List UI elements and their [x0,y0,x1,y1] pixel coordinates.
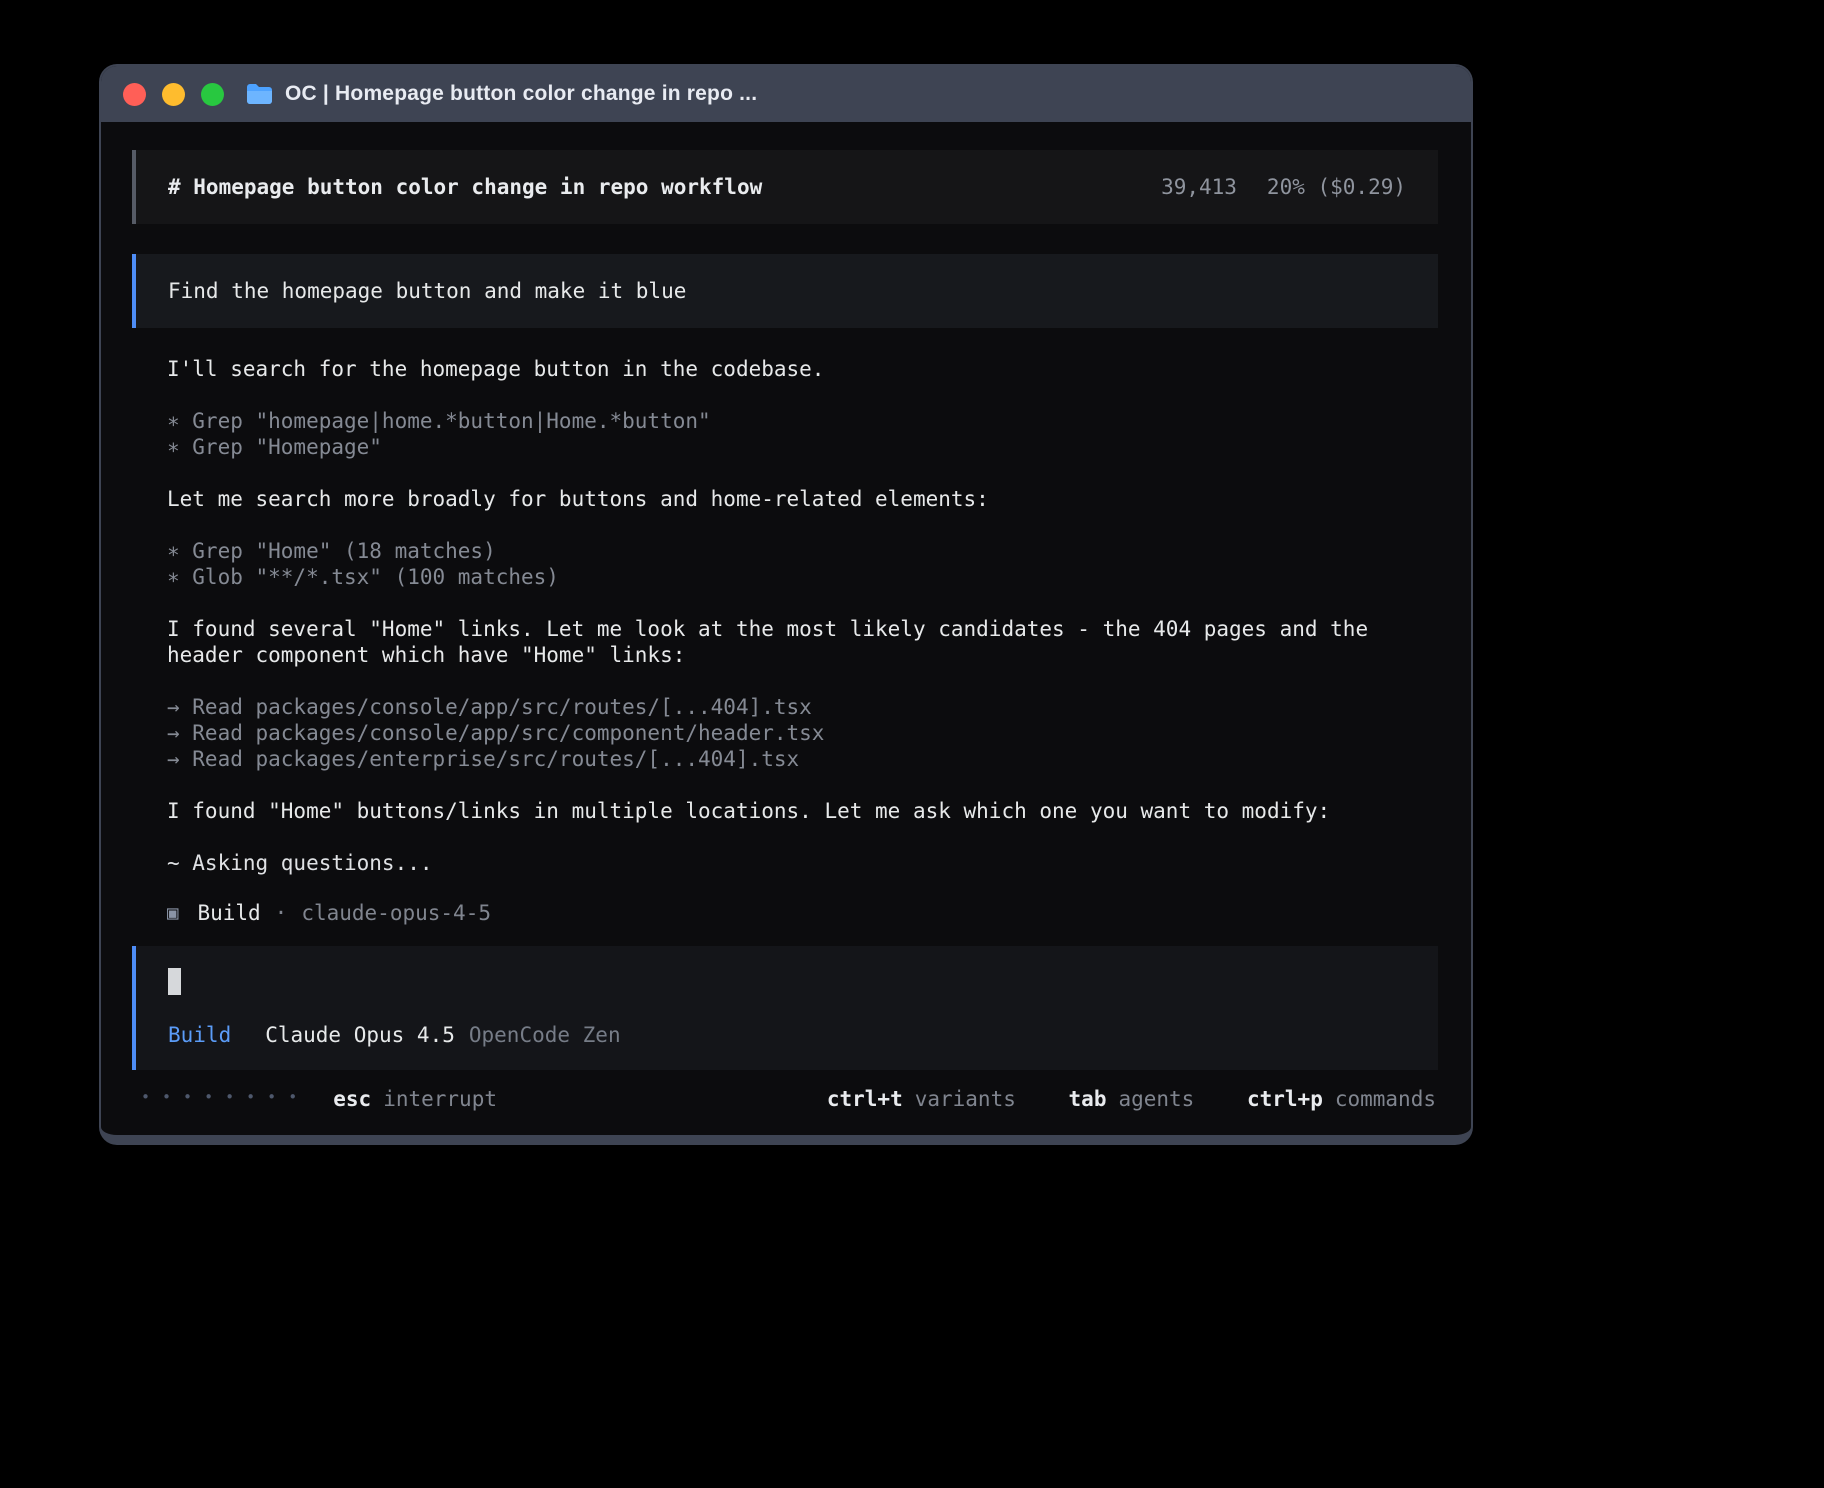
kbd-esc: esc [333,1086,371,1112]
session-meta: 39,413 20% ($0.29) [1161,174,1406,200]
assistant-paragraph: I found several "Home" links. Let me loo… [167,616,1436,668]
tool-calls: ∗ Grep "homepage|home.*button|Home.*butt… [167,408,1436,460]
traffic-lights [123,83,224,106]
assistant-paragraph: Let me search more broadly for buttons a… [167,486,1436,512]
kbd-ctrl-t-label: variants [915,1086,1016,1112]
tool-call-grep: ∗ Grep "Home" (18 matches) [167,538,1436,564]
terminal-window: OC | Homepage button color change in rep… [99,64,1473,1145]
input-footer: Build Claude Opus 4.5 OpenCode Zen [168,1022,1406,1048]
shortcut-commands: ctrl+p commands [1247,1086,1436,1112]
statusbar: •••••••• esc interrupt ctrl+t variants t… [132,1086,1438,1112]
model-label[interactable]: Claude Opus 4.5 [265,1022,455,1048]
close-button[interactable] [123,83,146,106]
user-message-text: Find the homepage button and make it blu… [168,279,686,303]
shortcut-variants: ctrl+t variants [827,1086,1016,1112]
transcript: I'll search for the homepage button in t… [132,356,1438,946]
terminal-content: # Homepage button color change in repo w… [101,122,1471,1135]
assistant-paragraph: I'll search for the homepage button in t… [167,356,1436,382]
tool-call-glob: ∗ Glob "**/*.tsx" (100 matches) [167,564,1436,590]
agent-model: claude-opus-4-5 [301,900,491,926]
context-usage: 20% ($0.29) [1267,174,1406,200]
working-status: ~ Asking questions... [167,850,1436,876]
zoom-button[interactable] [201,83,224,106]
kbd-tab-label: agents [1118,1086,1194,1112]
tool-call-grep: ∗ Grep "Homepage" [167,434,1436,460]
session-title: # Homepage button color change in repo w… [168,174,762,200]
agent-line: ▣ Build · claude-opus-4-5 [167,900,1436,926]
agent-name: Build [197,900,260,926]
prompt-input[interactable]: Build Claude Opus 4.5 OpenCode Zen [132,946,1438,1070]
kbd-ctrl-p-label: commands [1335,1086,1436,1112]
tool-call-read: → Read packages/console/app/src/componen… [167,720,1436,746]
shortcut-interrupt: esc interrupt [333,1086,497,1112]
session-header: # Homepage button color change in repo w… [132,150,1438,224]
tool-call-grep: ∗ Grep "homepage|home.*button|Home.*butt… [167,408,1436,434]
tool-call-read: → Read packages/console/app/src/routes/[… [167,694,1436,720]
folder-icon [246,83,273,105]
assistant-paragraph: I found "Home" buttons/links in multiple… [167,798,1436,824]
agent-icon: ▣ [167,900,178,926]
token-count: 39,413 [1161,174,1237,200]
statusbar-left: •••••••• esc interrupt [141,1086,497,1112]
mode-label[interactable]: Build [168,1022,231,1048]
read-calls: → Read packages/console/app/src/routes/[… [167,694,1436,772]
user-message: Find the homepage button and make it blu… [132,254,1438,328]
minimize-button[interactable] [162,83,185,106]
kbd-ctrl-t: ctrl+t [827,1086,903,1112]
tool-call-read: → Read packages/enterprise/src/routes/[.… [167,746,1436,772]
text-cursor [168,968,181,995]
agent-separator: · [275,900,288,926]
window-title: OC | Homepage button color change in rep… [285,82,757,106]
kbd-tab: tab [1069,1086,1107,1112]
shortcut-agents: tab agents [1069,1086,1195,1112]
statusbar-right: ctrl+t variants tab agents ctrl+p comman… [787,1086,1436,1112]
kbd-ctrl-p: ctrl+p [1247,1086,1323,1112]
kbd-esc-label: interrupt [383,1086,497,1112]
tool-calls: ∗ Grep "Home" (18 matches) ∗ Glob "**/*.… [167,538,1436,590]
provider-label: OpenCode Zen [469,1022,621,1048]
spinner-dots: •••••••• [141,1084,309,1110]
titlebar[interactable]: OC | Homepage button color change in rep… [101,66,1471,122]
